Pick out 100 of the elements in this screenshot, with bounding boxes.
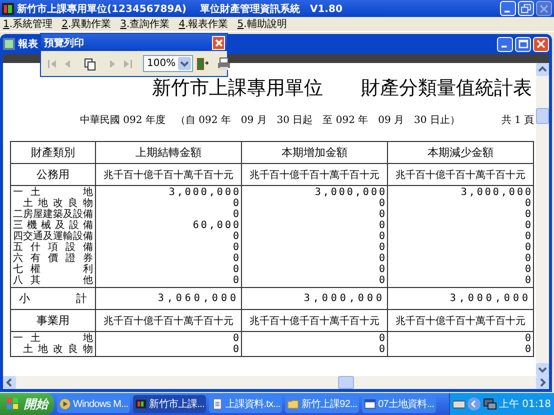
- taskbar-button[interactable]: 新竹市上課...: [133, 395, 206, 413]
- taskbar-button[interactable]: 07土地資料...: [362, 395, 436, 413]
- subtotal-label: 小 計: [10, 288, 96, 310]
- window-title: 新竹市上課專用單位(123456789A) 單位財產管理資訊系統 V1.80: [17, 2, 344, 16]
- unit-header: 兆千百十億千百十萬千百十元: [388, 310, 534, 332]
- scroll-thumb[interactable]: [338, 376, 354, 389]
- unit-header: 兆千百十億千百十萬千百十元: [96, 164, 242, 186]
- window-icon: [364, 398, 376, 410]
- child-window-title: 報表: [18, 38, 38, 51]
- category-label: 土地改良物: [22, 198, 93, 209]
- zoom-dropdown[interactable]: 100%: [143, 55, 193, 72]
- amount-text: 0: [232, 231, 241, 242]
- restore-icon: [521, 4, 531, 12]
- amount-text: 3,000,000: [460, 187, 533, 198]
- taskbar-button[interactable]: Windows M...: [57, 395, 130, 413]
- amount-text: 0: [378, 198, 387, 209]
- maximize-button[interactable]: [515, 36, 531, 52]
- amount-text: 0: [524, 220, 533, 231]
- scroll-right-icon: [536, 376, 549, 389]
- subtotal-amount: 3,000,000: [242, 288, 388, 310]
- category-label: 一土 地: [13, 187, 93, 198]
- unit-header: 兆千百十億千百十萬千百十元: [242, 310, 388, 332]
- horizontal-scrollbar[interactable]: [3, 376, 549, 389]
- minimize-icon: [502, 46, 507, 48]
- windows-logo-icon: [6, 397, 20, 411]
- amount-text: 0: [232, 275, 241, 286]
- amount-text: 0: [524, 344, 533, 355]
- document-icon: [211, 398, 224, 410]
- close-icon: [536, 40, 546, 48]
- amount-text: 0: [232, 209, 241, 220]
- vertical-scrollbar[interactable]: [536, 63, 549, 376]
- menu-item[interactable]: 3.查詢作業: [120, 17, 170, 31]
- amount-text: 0: [232, 253, 241, 264]
- amount-text: 0: [232, 198, 241, 209]
- minimize-button[interactable]: [500, 1, 516, 16]
- network-icon: [483, 397, 497, 411]
- amount-text: 0: [524, 275, 533, 286]
- menu-item[interactable]: 4.報表作業: [178, 17, 228, 31]
- amount-text: 0: [232, 242, 241, 253]
- taskbar-button[interactable]: 上課資料.tx...: [209, 395, 282, 413]
- report-period: 中華民國 092 年度 （自 092 年 09 月 30 日起 至 092 年 09 月 30 日止）: [80, 114, 460, 127]
- app-icon: [2, 2, 14, 14]
- amount-text: 0: [378, 253, 387, 264]
- subtotal-amount: 3,000,000: [388, 288, 534, 310]
- category-label: 六有價證券: [13, 253, 93, 264]
- category-label: 三機械及設備: [13, 220, 93, 231]
- scroll-down-icon: [536, 363, 549, 376]
- category-label: 一土 地: [13, 333, 93, 344]
- window-icon: [3, 38, 15, 50]
- amount-text: 0: [524, 231, 533, 242]
- category-label: 七權 利: [13, 264, 93, 275]
- unit-header: 兆千百十億千百十萬千百十元: [388, 164, 534, 186]
- page-count: 共 1 頁: [501, 114, 534, 127]
- close-icon: [540, 4, 548, 13]
- amount-text: 0: [524, 209, 533, 220]
- amount-text: 0: [378, 220, 387, 231]
- restore-button[interactable]: [518, 1, 534, 16]
- scroll-thumb[interactable]: [536, 108, 549, 124]
- amount-text: 0: [378, 264, 387, 275]
- amount-text: 0: [378, 209, 387, 220]
- close-icon: [214, 38, 224, 48]
- category-label: 土地改良物: [22, 344, 93, 355]
- amount-text: 0: [524, 198, 533, 209]
- amount-text: 0: [378, 344, 387, 355]
- column-header: 財產類別: [10, 142, 96, 164]
- column-header: 本期增加金額: [242, 142, 388, 164]
- amount-text: 0: [232, 344, 241, 355]
- amount-text: 3,000,000: [168, 187, 241, 198]
- minimize-button[interactable]: [497, 36, 513, 52]
- section-name: 事業用: [10, 310, 96, 332]
- scroll-left-icon: [3, 376, 16, 389]
- subtotal-amount: 3,060,000: [96, 288, 242, 310]
- keyboard-icon: [453, 399, 465, 409]
- play-disc-icon: [59, 398, 71, 410]
- amount-text: 0: [524, 264, 533, 275]
- unit-header: 兆千百十億千百十萬千百十元: [96, 310, 242, 332]
- app-icon: [135, 398, 148, 410]
- category-label: 二房屋建築及設備: [13, 209, 93, 220]
- toolbar-title: 預覽列印: [44, 36, 85, 50]
- category-label: 五什項設備: [13, 242, 93, 253]
- amount-text: 0: [524, 242, 533, 253]
- category-label: 八其 他: [13, 275, 93, 286]
- taskbar-button[interactable]: 新竹上課92...: [285, 395, 360, 413]
- menu-item[interactable]: 1.系統管理: [3, 17, 53, 31]
- amount-text: 0: [232, 264, 241, 275]
- amount-text: 0: [378, 242, 387, 253]
- folder-icon: [287, 398, 300, 410]
- print-button[interactable]: [216, 54, 231, 72]
- menu-item[interactable]: 2.異動作業: [62, 17, 112, 31]
- scroll-up-icon: [536, 63, 549, 76]
- amount-text: 0: [378, 231, 387, 242]
- chevron-icon: [467, 397, 481, 411]
- exit-icon: [194, 56, 209, 70]
- amount-text: 3,000,000: [314, 187, 387, 198]
- category-label: 四交通及運輸設備: [13, 231, 93, 242]
- close-button[interactable]: [533, 36, 549, 52]
- section-name: 公務用: [10, 164, 96, 186]
- menu-item[interactable]: 5.輔助說明: [237, 17, 287, 31]
- unit-header: 兆千百十億千百十萬千百十元: [242, 164, 388, 186]
- close-button[interactable]: [212, 36, 225, 50]
